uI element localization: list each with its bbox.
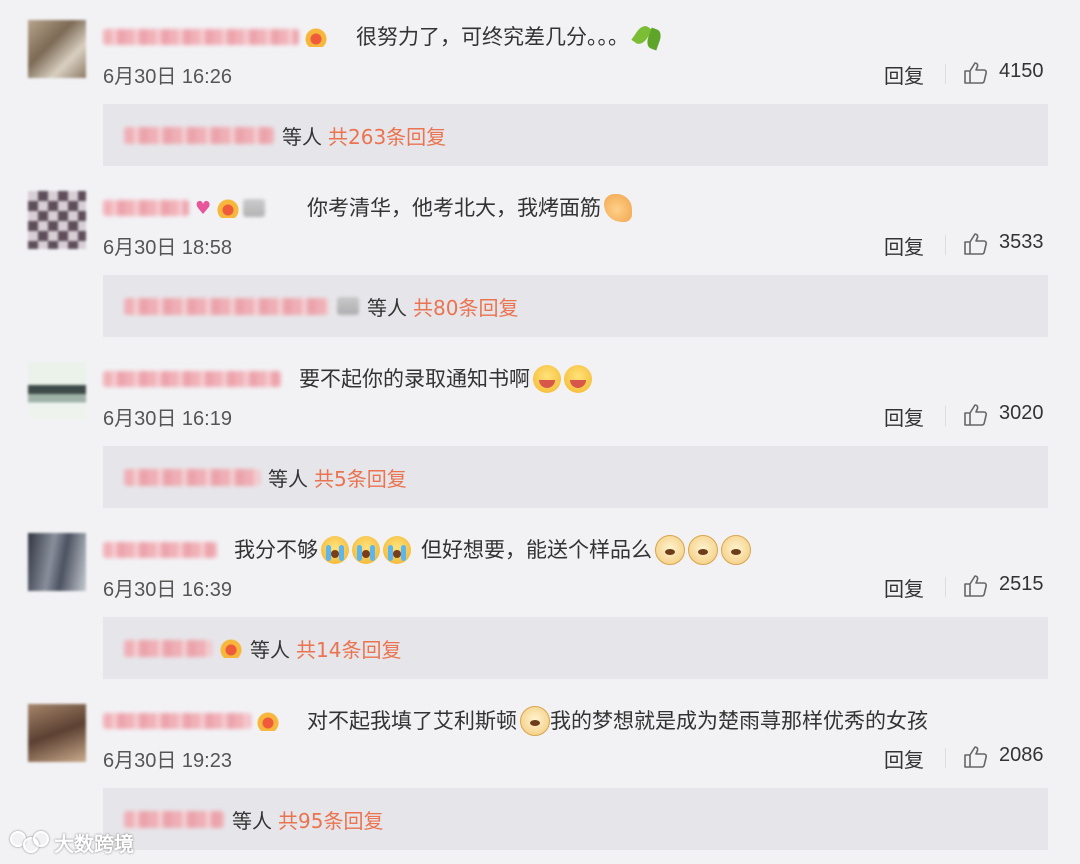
doge-emoji-icon [688, 535, 718, 565]
like-count: 3533 [999, 231, 1044, 253]
avatar[interactable] [28, 533, 86, 591]
username[interactable]: ♥ [103, 193, 266, 223]
comment-text: 对不起我填了艾利斯顿 我的梦想就是成为楚雨荨那样优秀的女孩 [307, 706, 928, 736]
divider [945, 406, 946, 426]
like-count: 3020 [999, 402, 1044, 424]
username[interactable] [103, 22, 327, 52]
avatar[interactable] [28, 20, 86, 78]
badge-icon [305, 27, 327, 47]
view-replies-link[interactable]: 共14条回复 [296, 634, 401, 663]
thumbs-up-icon[interactable] [963, 232, 989, 256]
comment-text: 我分不够 但好想要，能送个样品么 [234, 535, 751, 565]
doge-emoji-icon [721, 535, 751, 565]
etc-label: 等人 [268, 466, 308, 491]
cry-emoji-icon [321, 536, 349, 564]
username[interactable] [103, 706, 279, 736]
replies-summary[interactable]: 等人 共95条回复 [103, 788, 1048, 850]
replies-summary[interactable]: 等人 共14条回复 [103, 617, 1048, 679]
comment-item: 要不起你的录取通知书啊 6月30日 16:19 回复 3020 等人 共5条回复 [0, 342, 1080, 513]
username[interactable] [103, 364, 281, 394]
thumbs-up-icon[interactable] [963, 61, 989, 85]
etc-label: 等人 [232, 808, 272, 833]
badge-icon [220, 638, 242, 658]
hand-emoji-icon [604, 194, 632, 222]
divider [945, 235, 946, 255]
badge-icon [217, 198, 240, 218]
watermark-text: 大数跨境 [54, 832, 134, 856]
doge-emoji-icon [520, 706, 550, 736]
like-count: 2086 [999, 744, 1044, 766]
doge-emoji-icon [655, 535, 685, 565]
avatar[interactable] [28, 191, 86, 249]
laugh-emoji-icon [533, 365, 561, 393]
comment-item: 很努力了，可终究差几分。。。 6月30日 16:26 回复 4150 等人 共2… [0, 0, 1080, 171]
like-count: 4150 [999, 60, 1044, 82]
view-replies-link[interactable]: 共80条回复 [413, 292, 518, 321]
badge-icon [243, 199, 266, 217]
cry-emoji-icon [383, 536, 411, 564]
reply-button[interactable]: 回复 [884, 573, 924, 602]
replies-summary[interactable]: 等人 共80条回复 [103, 275, 1048, 337]
heart-icon: ♥ [195, 197, 212, 219]
thumbs-up-icon[interactable] [963, 745, 989, 769]
reply-button[interactable]: 回复 [884, 744, 924, 773]
thumbs-up-icon[interactable] [963, 574, 989, 598]
comment-text: 要不起你的录取通知书啊 [299, 364, 592, 394]
comment-item: 对不起我填了艾利斯顿 我的梦想就是成为楚雨荨那样优秀的女孩 6月30日 19:2… [0, 684, 1080, 855]
comment-timestamp: 6月30日 16:39 [103, 579, 232, 601]
comment-item: ♥ 你考清华，他考北大，我烤面筋 6月30日 18:58 回复 3533 等人 … [0, 171, 1080, 342]
view-replies-link[interactable]: 共95条回复 [278, 805, 383, 834]
comment-timestamp: 6月30日 16:26 [103, 66, 232, 88]
reply-button[interactable]: 回复 [884, 402, 924, 431]
comment-text: 很努力了，可终究差几分。。。 [356, 22, 666, 52]
thumbs-up-icon[interactable] [963, 403, 989, 427]
reply-button[interactable]: 回复 [884, 231, 924, 260]
view-replies-link[interactable]: 共5条回复 [314, 463, 407, 492]
comment-timestamp: 6月30日 19:23 [103, 750, 232, 772]
like-count: 2515 [999, 573, 1044, 595]
watermark: 大数跨境 [10, 828, 134, 857]
username[interactable] [103, 535, 217, 565]
comment-text: 你考清华，他考北大，我烤面筋 [307, 193, 632, 223]
replies-summary[interactable]: 等人 共263条回复 [103, 104, 1048, 166]
avatar[interactable] [28, 362, 86, 420]
divider [945, 64, 946, 84]
etc-label: 等人 [250, 637, 290, 662]
cry-emoji-icon [352, 536, 380, 564]
comment-timestamp: 6月30日 18:58 [103, 237, 232, 259]
avatar[interactable] [28, 704, 86, 762]
badge-icon [257, 711, 279, 731]
divider [945, 748, 946, 768]
etc-label: 等人 [367, 295, 407, 320]
reply-button[interactable]: 回复 [884, 60, 924, 89]
etc-label: 等人 [282, 124, 322, 149]
comment-timestamp: 6月30日 16:19 [103, 408, 232, 430]
comment-item: 我分不够 但好想要，能送个样品么 6月30日 16:39 回复 2515 等人 … [0, 513, 1080, 684]
view-replies-link[interactable]: 共263条回复 [328, 121, 446, 150]
watermark-logo-icon [10, 829, 49, 857]
divider [945, 577, 946, 597]
badge-icon [337, 297, 359, 315]
leaf-emoji-icon [632, 23, 666, 51]
replies-summary[interactable]: 等人 共5条回复 [103, 446, 1048, 508]
laugh-emoji-icon [564, 365, 592, 393]
